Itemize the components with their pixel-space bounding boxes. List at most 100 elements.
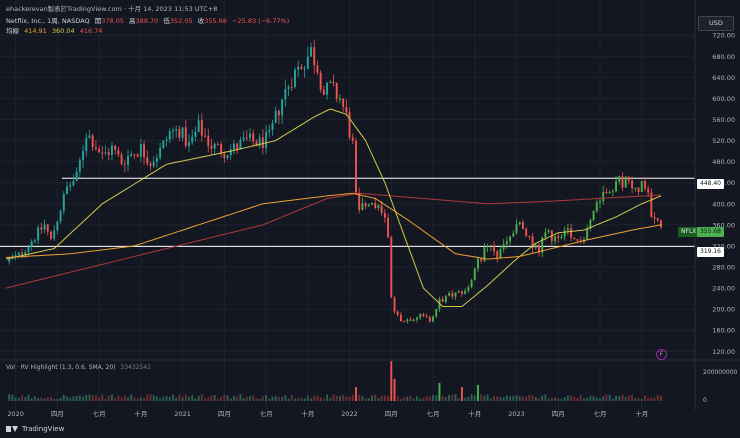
candle-body [342, 98, 345, 107]
candle-body [322, 89, 325, 95]
candle-body [21, 252, 24, 255]
candle-body [101, 152, 104, 154]
candle-body [249, 133, 251, 138]
volume-bar [277, 397, 280, 401]
open-value: 378.05 [101, 17, 124, 25]
candle-body [17, 252, 20, 256]
volume-bar [62, 394, 65, 401]
volume-bar [611, 398, 614, 401]
volume-bar [528, 394, 531, 401]
earnings-badge[interactable]: F [656, 349, 667, 360]
volume-bar [91, 395, 94, 401]
candle-body [441, 298, 444, 302]
candle-body [194, 131, 197, 137]
candle-body [69, 185, 72, 187]
candle-body [326, 82, 329, 95]
volume-bar [223, 394, 226, 401]
volume-axis-zero: 0 [703, 397, 707, 404]
candle-body [521, 222, 524, 229]
volume-bar [493, 395, 496, 401]
candle-body [409, 319, 412, 321]
volume-bar [162, 396, 165, 401]
candle-body [94, 147, 97, 149]
candle-body [518, 222, 521, 225]
volume-bar [592, 396, 595, 401]
volume-bar [377, 398, 380, 401]
volume-bar [49, 397, 52, 401]
volume-bar [621, 394, 624, 401]
volume-bar [451, 394, 454, 401]
candle-body [98, 148, 101, 153]
volume-bar [94, 395, 97, 401]
candle-body [110, 145, 113, 155]
horizontal-levels[interactable] [0, 177, 695, 247]
volume-bar [515, 395, 518, 401]
candle-body [66, 186, 68, 195]
moving-average-line [5, 192, 662, 289]
candle-body [72, 181, 75, 186]
price-axis[interactable]: 120.00160.00200.00240.00280.00320.00360.… [712, 32, 735, 356]
volume-bar [216, 398, 219, 401]
volume-bar [261, 396, 264, 401]
candle-body [27, 246, 30, 252]
candle-body [460, 291, 463, 294]
volume-bar [579, 394, 582, 401]
candle-body [216, 143, 219, 145]
volume-bar [207, 397, 210, 401]
volume-bar [345, 396, 348, 401]
price-tick-label: 480.00 [712, 158, 735, 166]
time-tick-label: 2021 [174, 410, 191, 418]
low-value: 352.05 [169, 17, 193, 25]
price-tick-label: 240.00 [712, 285, 735, 293]
volume-legend[interactable]: Vol · RV Highlight (1.3, 0.6, SMA, 20) 3… [6, 364, 151, 371]
high-value: 388.70 [135, 17, 159, 25]
candle-body [525, 228, 528, 237]
volume-bar [184, 394, 187, 401]
price-chart[interactable]: 120.00160.00200.00240.00280.00320.00360.… [0, 0, 740, 438]
candle-body [159, 148, 162, 158]
time-tick-label: 2022 [341, 410, 358, 418]
volume-bar [17, 397, 20, 401]
volume-bar [303, 398, 306, 401]
footer[interactable]: TradingView [6, 425, 64, 433]
candle-body [351, 137, 354, 141]
candle-body [319, 72, 322, 90]
volume-bar [75, 395, 78, 401]
ma-legend[interactable]: 均線 414.91 360.04 416.74 [6, 25, 105, 35]
volume-bar [509, 395, 512, 401]
volume-bar [470, 394, 473, 401]
volume-bar [78, 395, 81, 401]
candle-body [573, 237, 576, 240]
candle-body [428, 316, 431, 322]
volume-bar [24, 397, 27, 401]
candle-body [560, 236, 563, 239]
candle-body [637, 187, 640, 193]
volume-bar [338, 395, 341, 401]
candle-body [528, 236, 531, 238]
ma2-value: 360.04 [51, 27, 75, 35]
candle-body [592, 211, 595, 220]
candle-body [290, 86, 293, 88]
volume-bar [541, 395, 544, 401]
candle-body [56, 221, 59, 231]
volume-bar [56, 398, 59, 401]
ohlc-legend[interactable]: Netflix, Inc., 1周, NASDAQ 開378.05 高388.7… [6, 15, 292, 25]
candle-body [287, 86, 290, 89]
candle-body [306, 56, 309, 69]
volume-bar [229, 398, 232, 401]
candle-body [75, 171, 78, 182]
price-tick-label: 400.00 [712, 200, 735, 208]
volume-bar [329, 397, 332, 401]
volume-bar [210, 395, 213, 401]
candle-body [432, 316, 434, 322]
currency-button[interactable]: USD [698, 16, 734, 31]
candle-body [364, 203, 367, 207]
candle-body [380, 205, 383, 213]
volume-bar [236, 396, 239, 401]
time-axis[interactable]: 2020 四月 七月 十月 2021 四月 七月 十月 2022 四月 七月 十月 2023 四月 七月 十月 [7, 409, 648, 418]
candle-body [499, 249, 502, 258]
volume-bar [274, 395, 277, 401]
volume-bar [358, 394, 361, 401]
candle-body [480, 258, 483, 262]
candle-body [355, 140, 357, 193]
